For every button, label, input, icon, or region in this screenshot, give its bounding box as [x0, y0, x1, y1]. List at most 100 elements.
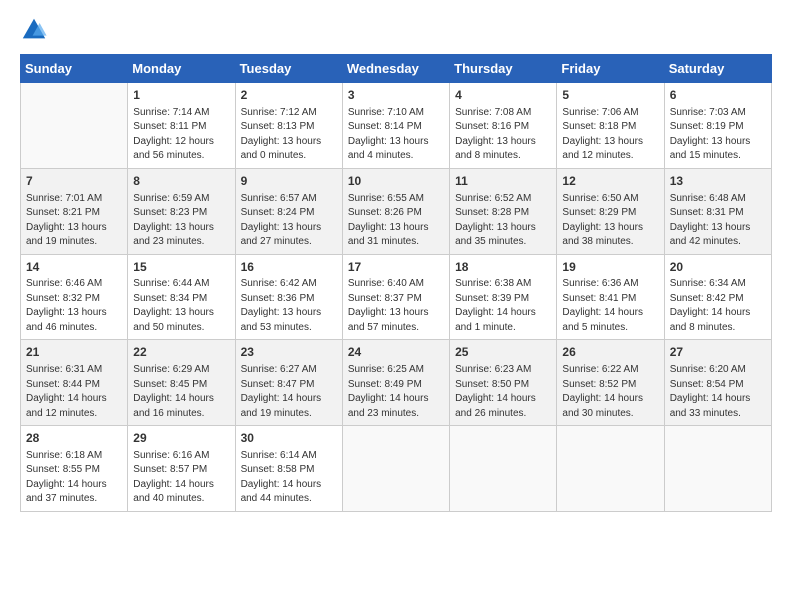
day-info: Sunrise: 6:23 AMSunset: 8:50 PMDaylight:…: [455, 363, 551, 421]
day-number: 28: [26, 430, 122, 447]
day-number: 29: [133, 430, 229, 447]
calendar-row: 1 Sunrise: 7:14 AMSunset: 8:11 PMDaylight…: [21, 83, 772, 169]
calendar-cell: 20Sunrise: 6:34 AMSunset: 8:42 PMDayligh…: [664, 254, 771, 340]
page: SundayMondayTuesdayWednesdayThursdayFrid…: [0, 0, 792, 612]
logo: [20, 16, 52, 44]
calendar-cell: 17Sunrise: 6:40 AMSunset: 8:37 PMDayligh…: [342, 254, 449, 340]
day-number: 15: [133, 259, 229, 276]
day-number: 14: [26, 259, 122, 276]
day-info: Sunrise: 7:08 AMSunset: 8:16 PMDaylight:…: [455, 106, 551, 164]
calendar-row: 28 Sunrise: 6:18 AMSunset: 8:55 PMDayligh…: [21, 426, 772, 512]
calendar-cell: 26 Sunrise: 6:22 AMSunset: 8:52 PMDayligh…: [557, 340, 664, 426]
day-number: 5: [562, 87, 658, 104]
calendar-cell: 3 Sunrise: 7:10 AMSunset: 8:14 PMDaylight…: [342, 83, 449, 169]
day-number: 11: [455, 173, 551, 190]
calendar-cell: 2Sunrise: 7:12 AMSunset: 8:13 PMDaylight…: [235, 83, 342, 169]
calendar-cell: 10 Sunrise: 6:55 AMSunset: 8:26 PMDayligh…: [342, 168, 449, 254]
day-number: 25: [455, 344, 551, 361]
calendar-cell: 28 Sunrise: 6:18 AMSunset: 8:55 PMDayligh…: [21, 426, 128, 512]
day-info: Sunrise: 7:12 AMSunset: 8:13 PMDaylight:…: [241, 106, 337, 164]
day-number: 7: [26, 173, 122, 190]
day-info: Sunrise: 6:20 AMSunset: 8:54 PMDaylight:…: [670, 363, 766, 421]
day-number: 24: [348, 344, 444, 361]
day-number: 9: [241, 173, 337, 190]
calendar-cell: 22 Sunrise: 6:29 AMSunset: 8:45 PMDayligh…: [128, 340, 235, 426]
day-info: Sunrise: 7:01 AMSunset: 8:21 PMDaylight:…: [26, 192, 122, 250]
day-number: 27: [670, 344, 766, 361]
day-number: 3: [348, 87, 444, 104]
day-info: Sunrise: 6:44 AMSunset: 8:34 PMDaylight:…: [133, 277, 229, 335]
day-number: 17: [348, 259, 444, 276]
day-info: Sunrise: 6:27 AMSunset: 8:47 PMDaylight:…: [241, 363, 337, 421]
calendar-cell: 4 Sunrise: 7:08 AMSunset: 8:16 PMDaylight…: [450, 83, 557, 169]
calendar-cell: 14Sunrise: 6:46 AMSunset: 8:32 PMDayligh…: [21, 254, 128, 340]
weekday-friday: Friday: [557, 55, 664, 83]
day-number: 20: [670, 259, 766, 276]
day-info: Sunrise: 6:18 AMSunset: 8:55 PMDaylight:…: [26, 449, 122, 507]
day-number: 13: [670, 173, 766, 190]
day-number: 16: [241, 259, 337, 276]
calendar-cell: [342, 426, 449, 512]
day-number: 22: [133, 344, 229, 361]
weekday-wednesday: Wednesday: [342, 55, 449, 83]
day-info: Sunrise: 6:46 AMSunset: 8:32 PMDaylight:…: [26, 277, 122, 335]
calendar-cell: [557, 426, 664, 512]
calendar-cell: 15Sunrise: 6:44 AMSunset: 8:34 PMDayligh…: [128, 254, 235, 340]
day-info: Sunrise: 6:36 AMSunset: 8:41 PMDaylight:…: [562, 277, 658, 335]
calendar-cell: 8 Sunrise: 6:59 AMSunset: 8:23 PMDaylight…: [128, 168, 235, 254]
calendar-cell: 12 Sunrise: 6:50 AMSunset: 8:29 PMDayligh…: [557, 168, 664, 254]
header: [20, 16, 772, 44]
day-info: Sunrise: 6:34 AMSunset: 8:42 PMDaylight:…: [670, 277, 766, 335]
calendar-cell: 7 Sunrise: 7:01 AMSunset: 8:21 PMDaylight…: [21, 168, 128, 254]
day-info: Sunrise: 6:52 AMSunset: 8:28 PMDaylight:…: [455, 192, 551, 250]
day-info: Sunrise: 7:10 AMSunset: 8:14 PMDaylight:…: [348, 106, 444, 164]
day-number: 1: [133, 87, 229, 104]
calendar-cell: 6Sunrise: 7:03 AMSunset: 8:19 PMDaylight…: [664, 83, 771, 169]
calendar-table: SundayMondayTuesdayWednesdayThursdayFrid…: [20, 54, 772, 512]
day-number: 30: [241, 430, 337, 447]
weekday-saturday: Saturday: [664, 55, 771, 83]
calendar-cell: 9 Sunrise: 6:57 AMSunset: 8:24 PMDaylight…: [235, 168, 342, 254]
day-info: Sunrise: 6:22 AMSunset: 8:52 PMDaylight:…: [562, 363, 658, 421]
day-number: 12: [562, 173, 658, 190]
calendar-cell: 1 Sunrise: 7:14 AMSunset: 8:11 PMDaylight…: [128, 83, 235, 169]
day-number: 18: [455, 259, 551, 276]
calendar-cell: 13Sunrise: 6:48 AMSunset: 8:31 PMDayligh…: [664, 168, 771, 254]
day-info: Sunrise: 6:29 AMSunset: 8:45 PMDaylight:…: [133, 363, 229, 421]
day-info: Sunrise: 7:03 AMSunset: 8:19 PMDaylight:…: [670, 106, 766, 164]
day-info: Sunrise: 7:14 AMSunset: 8:11 PMDaylight:…: [133, 106, 229, 164]
calendar-cell: 16Sunrise: 6:42 AMSunset: 8:36 PMDayligh…: [235, 254, 342, 340]
day-info: Sunrise: 6:57 AMSunset: 8:24 PMDaylight:…: [241, 192, 337, 250]
day-info: Sunrise: 6:40 AMSunset: 8:37 PMDaylight:…: [348, 277, 444, 335]
day-info: Sunrise: 6:25 AMSunset: 8:49 PMDaylight:…: [348, 363, 444, 421]
day-info: Sunrise: 6:16 AMSunset: 8:57 PMDaylight:…: [133, 449, 229, 507]
weekday-header-row: SundayMondayTuesdayWednesdayThursdayFrid…: [21, 55, 772, 83]
calendar-cell: 5 Sunrise: 7:06 AMSunset: 8:18 PMDaylight…: [557, 83, 664, 169]
day-number: 10: [348, 173, 444, 190]
day-number: 4: [455, 87, 551, 104]
calendar-cell: 21Sunrise: 6:31 AMSunset: 8:44 PMDayligh…: [21, 340, 128, 426]
calendar-cell: [450, 426, 557, 512]
calendar-cell: 19Sunrise: 6:36 AMSunset: 8:41 PMDayligh…: [557, 254, 664, 340]
calendar-cell: [664, 426, 771, 512]
weekday-tuesday: Tuesday: [235, 55, 342, 83]
day-info: Sunrise: 7:06 AMSunset: 8:18 PMDaylight:…: [562, 106, 658, 164]
day-number: 8: [133, 173, 229, 190]
day-info: Sunrise: 6:14 AMSunset: 8:58 PMDaylight:…: [241, 449, 337, 507]
calendar-cell: [21, 83, 128, 169]
calendar-cell: 18Sunrise: 6:38 AMSunset: 8:39 PMDayligh…: [450, 254, 557, 340]
day-number: 26: [562, 344, 658, 361]
day-info: Sunrise: 6:42 AMSunset: 8:36 PMDaylight:…: [241, 277, 337, 335]
day-number: 19: [562, 259, 658, 276]
calendar-row: 14Sunrise: 6:46 AMSunset: 8:32 PMDayligh…: [21, 254, 772, 340]
logo-icon: [20, 16, 48, 44]
day-info: Sunrise: 6:55 AMSunset: 8:26 PMDaylight:…: [348, 192, 444, 250]
day-number: 23: [241, 344, 337, 361]
day-info: Sunrise: 6:50 AMSunset: 8:29 PMDaylight:…: [562, 192, 658, 250]
calendar-cell: 11 Sunrise: 6:52 AMSunset: 8:28 PMDayligh…: [450, 168, 557, 254]
weekday-sunday: Sunday: [21, 55, 128, 83]
day-info: Sunrise: 6:38 AMSunset: 8:39 PMDaylight:…: [455, 277, 551, 335]
day-info: Sunrise: 6:59 AMSunset: 8:23 PMDaylight:…: [133, 192, 229, 250]
calendar-cell: 24 Sunrise: 6:25 AMSunset: 8:49 PMDayligh…: [342, 340, 449, 426]
weekday-thursday: Thursday: [450, 55, 557, 83]
